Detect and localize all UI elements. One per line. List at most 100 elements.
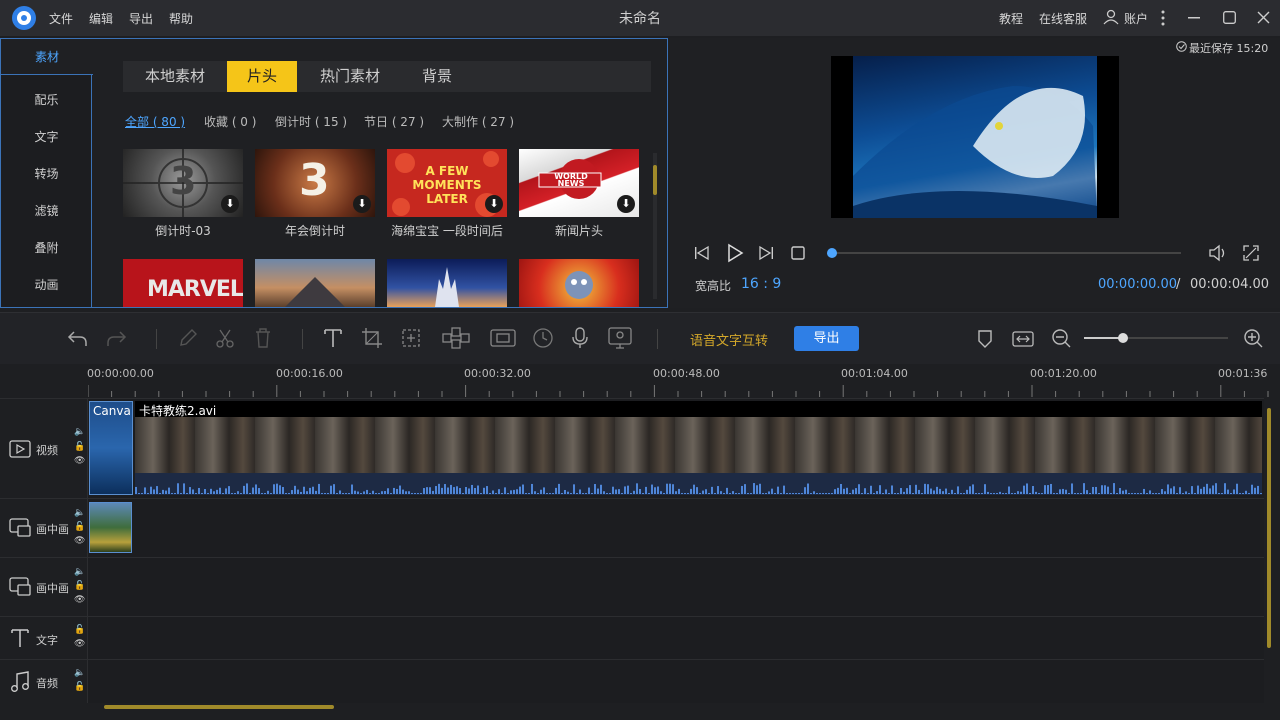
mute-icon[interactable]: 🔈: [74, 567, 85, 577]
thumbnail-marvel[interactable]: MARVEL: [123, 259, 243, 307]
resize-icon[interactable]: [400, 327, 422, 349]
thumbnail-tom-jerry[interactable]: [519, 259, 639, 307]
waveform-bar: [549, 493, 551, 494]
tutorial-link[interactable]: 教程: [999, 10, 1023, 27]
aspect-ratio-value[interactable]: 16 : 9: [741, 276, 781, 292]
thumbnail-countdown-03[interactable]: 3 ⬇: [123, 149, 243, 217]
export-button[interactable]: 导出: [794, 326, 859, 351]
prev-frame-icon[interactable]: [694, 245, 710, 261]
visibility-icon[interactable]: 👁: [74, 536, 85, 546]
waveform-bar: [756, 485, 758, 494]
download-icon[interactable]: ⬇: [485, 195, 503, 213]
waveform-bar: [1104, 485, 1106, 494]
download-icon[interactable]: ⬇: [221, 195, 239, 213]
preview-canvas[interactable]: [831, 56, 1119, 218]
redo-icon[interactable]: [106, 327, 128, 349]
duration-icon[interactable]: [532, 327, 554, 349]
tab-popular[interactable]: 热门素材: [305, 61, 395, 92]
mute-icon[interactable]: 🔈: [74, 508, 85, 518]
thumbnail-paramount[interactable]: [255, 259, 375, 307]
waveform-bar: [675, 491, 677, 494]
waveform-bar: [1017, 491, 1019, 494]
mute-icon[interactable]: 🔈: [74, 427, 85, 437]
pip-clip[interactable]: [89, 502, 132, 553]
category-countdown[interactable]: 倒计时 ( 15 ): [275, 113, 347, 130]
category-blockbuster[interactable]: 大制作 ( 27 ): [442, 113, 514, 130]
visibility-icon[interactable]: 👁: [74, 595, 85, 605]
next-frame-icon[interactable]: [758, 245, 774, 261]
mute-icon[interactable]: 🔈: [74, 668, 85, 678]
stop-icon[interactable]: [791, 246, 805, 260]
maximize-icon[interactable]: [1223, 11, 1236, 24]
thumbnail-annual-countdown[interactable]: 3 ⬇: [255, 149, 375, 217]
tab-intro[interactable]: 片头: [227, 61, 297, 92]
webcam-record-icon[interactable]: [608, 327, 632, 349]
undo-icon[interactable]: [66, 327, 88, 349]
visibility-icon[interactable]: 👁: [74, 639, 85, 649]
library-scroll-thumb[interactable]: [653, 165, 657, 195]
minimize-icon[interactable]: [1188, 17, 1200, 19]
user-icon[interactable]: [1103, 9, 1119, 25]
download-icon[interactable]: ⬇: [353, 195, 371, 213]
zoom-slider-handle[interactable]: [1118, 333, 1128, 343]
sidebar-item-text[interactable]: 文字: [1, 128, 92, 145]
waveform-bar: [465, 487, 467, 494]
thumbnail-spongebob[interactable]: A FEW MOMENTS LATER ⬇: [387, 149, 507, 217]
sidebar-item-transition[interactable]: 转场: [1, 165, 92, 182]
playback-progress-handle[interactable]: [827, 248, 837, 258]
category-favorites[interactable]: 收藏 ( 0 ): [204, 113, 256, 130]
play-icon[interactable]: [725, 243, 745, 263]
text-tool-icon[interactable]: [322, 327, 344, 349]
support-link[interactable]: 在线客服: [1039, 10, 1087, 27]
account-link[interactable]: 账户: [1124, 10, 1148, 27]
close-icon[interactable]: [1257, 11, 1270, 24]
waveform-bar: [1143, 488, 1145, 494]
lock-icon[interactable]: 🔓: [74, 581, 85, 591]
scissors-icon[interactable]: [214, 327, 236, 349]
screen-icon[interactable]: [490, 327, 516, 349]
category-all[interactable]: 全部 ( 80 ): [125, 113, 185, 130]
lock-icon[interactable]: 🔓: [74, 522, 85, 532]
waveform-bar: [201, 493, 203, 494]
crop-icon[interactable]: [361, 327, 383, 349]
timeline-vertical-scrollbar[interactable]: [1264, 398, 1280, 706]
category-holiday[interactable]: 节日 ( 27 ): [364, 113, 424, 130]
canvas-clip[interactable]: Canva: [89, 401, 133, 495]
fit-timeline-icon[interactable]: [1012, 329, 1034, 349]
tab-background[interactable]: 背景: [405, 61, 469, 92]
lock-icon[interactable]: 🔓: [74, 682, 85, 692]
microphone-icon[interactable]: [571, 327, 589, 349]
sidebar-item-filter[interactable]: 滤镜: [1, 202, 92, 219]
zoom-out-icon[interactable]: [1051, 328, 1071, 348]
download-icon[interactable]: ⬇: [617, 195, 635, 213]
thumbnail-castle[interactable]: [387, 259, 507, 307]
waveform-bar: [357, 491, 359, 494]
video-clip[interactable]: 卡特教练2.avi: [135, 401, 1262, 495]
more-icon[interactable]: [1160, 10, 1166, 26]
speech-text-button[interactable]: 语音文字互转: [690, 330, 768, 349]
waveform-bar: [768, 491, 770, 494]
timeline-horizontal-scrollbar[interactable]: [0, 703, 1264, 720]
timeline-ruler[interactable]: 00:00:00.00 00:00:16.00 00:00:32.00 00:0…: [0, 364, 1280, 398]
sidebar-item-overlay[interactable]: 叠附: [1, 239, 92, 256]
delete-icon[interactable]: [252, 327, 274, 349]
tab-local-material[interactable]: 本地素材: [129, 61, 221, 92]
zoom-in-icon[interactable]: [1243, 328, 1263, 348]
edit-pencil-icon[interactable]: [177, 327, 199, 349]
lock-icon[interactable]: 🔓: [74, 625, 85, 635]
lock-icon[interactable]: 🔓: [74, 442, 85, 452]
sidebar-item-animation[interactable]: 动画: [1, 276, 92, 293]
waveform-bar: [1188, 493, 1190, 494]
waveform-bar: [744, 484, 746, 494]
marker-icon[interactable]: [977, 329, 993, 349]
thumbnail-news-intro[interactable]: WORLD NEWS ⬇: [519, 149, 639, 217]
visibility-icon[interactable]: 👁: [74, 456, 85, 466]
fullscreen-icon[interactable]: [1242, 244, 1260, 262]
horizontal-scroll-thumb[interactable]: [104, 705, 334, 709]
mosaic-icon[interactable]: [442, 327, 470, 349]
vertical-scroll-thumb[interactable]: [1267, 408, 1271, 648]
sidebar-item-music[interactable]: 配乐: [1, 91, 92, 108]
volume-icon[interactable]: [1208, 244, 1228, 262]
playback-progress-bar[interactable]: [831, 252, 1181, 254]
sidebar-item-material[interactable]: 素材: [1, 39, 93, 75]
